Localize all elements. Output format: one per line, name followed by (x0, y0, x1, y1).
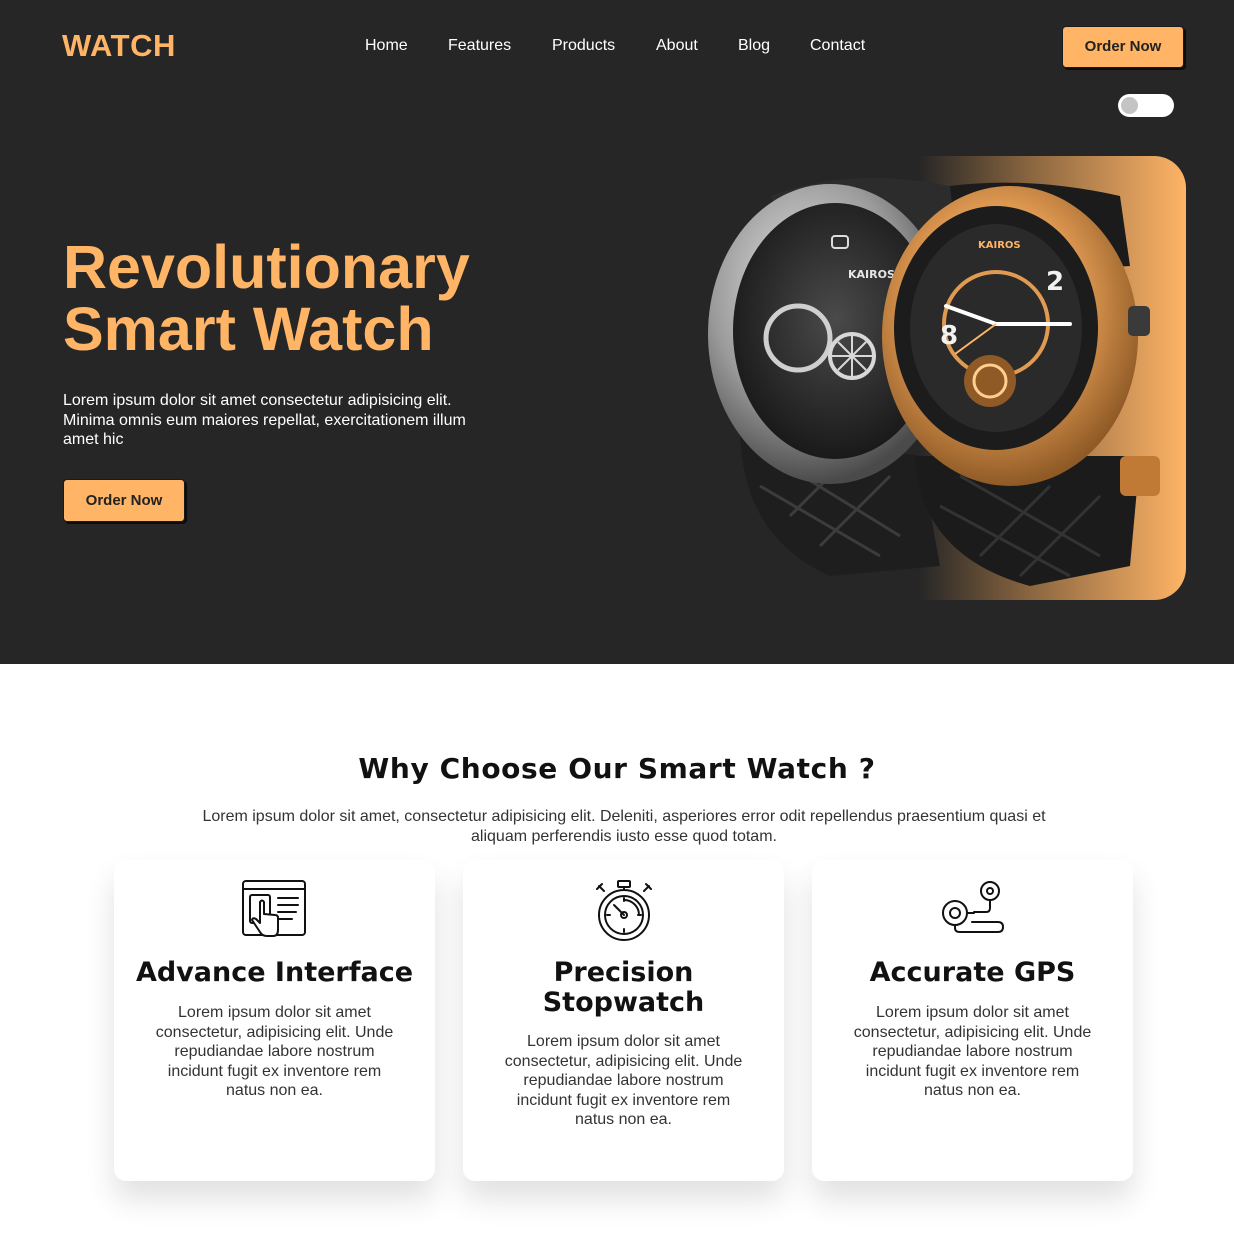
watch-illustration: KAIROS 8 2 KAIROS (708, 178, 1160, 586)
stopwatch-icon (596, 880, 652, 941)
nav-features[interactable]: Features (448, 37, 511, 55)
nav-about[interactable]: About (656, 37, 698, 55)
hero-order-button[interactable]: Order Now (63, 479, 185, 522)
silver-watch-brand: KAIROS (848, 268, 895, 281)
feature-card-text: Lorem ipsum dolor sit amet consectetur, … (155, 1004, 394, 1099)
toggle-knob (1121, 97, 1138, 114)
gold-watch-brand: KAIROS (978, 240, 1021, 251)
features-title: Why Choose Our Smart Watch ? (358, 752, 876, 785)
svg-text:8: 8 (940, 321, 958, 351)
hero-watch-image: KAIROS 8 2 KAIROS (700, 156, 1186, 600)
feature-card-title: Accurate GPS (869, 957, 1076, 988)
svg-text:2: 2 (1046, 267, 1064, 297)
hero-description: Lorem ipsum dolor sit amet consectetur a… (63, 392, 466, 448)
nav-contact[interactable]: Contact (810, 37, 865, 55)
hero-section: WATCH Home Features Products About Blog … (0, 0, 1234, 664)
nav-products[interactable]: Products (552, 37, 615, 55)
main-nav: Home Features Products About Blog Contac… (0, 37, 1234, 57)
touch-interface-icon (242, 880, 306, 937)
features-subtitle: Lorem ipsum dolor sit amet, consectetur … (202, 808, 1046, 845)
hero-title-line1: Revolutionary (63, 233, 470, 301)
feature-card-text: Lorem ipsum dolor sit amet consectetur, … (853, 1004, 1092, 1099)
feature-card-stopwatch: Precision Stopwatch Lorem ipsum dolor si… (463, 860, 784, 1181)
gps-route-icon (942, 881, 1004, 933)
hero-title-line2: Smart Watch (63, 295, 434, 363)
nav-blog[interactable]: Blog (738, 37, 770, 55)
feature-card-title: Advance Interface (135, 957, 414, 988)
theme-toggle[interactable] (1118, 94, 1174, 117)
feature-card-gps: Accurate GPS Lorem ipsum dolor sit amet … (812, 860, 1133, 1181)
feature-card-text: Lorem ipsum dolor sit amet consectetur, … (504, 1033, 743, 1128)
header-order-button[interactable]: Order Now (1062, 26, 1184, 68)
nav-home[interactable]: Home (365, 37, 408, 55)
feature-card-title: Precision Stopwatch (542, 957, 705, 1018)
hero-title: Revolutionary Smart Watch (63, 236, 623, 360)
feature-card-interface: Advance Interface Lorem ipsum dolor sit … (114, 860, 435, 1181)
